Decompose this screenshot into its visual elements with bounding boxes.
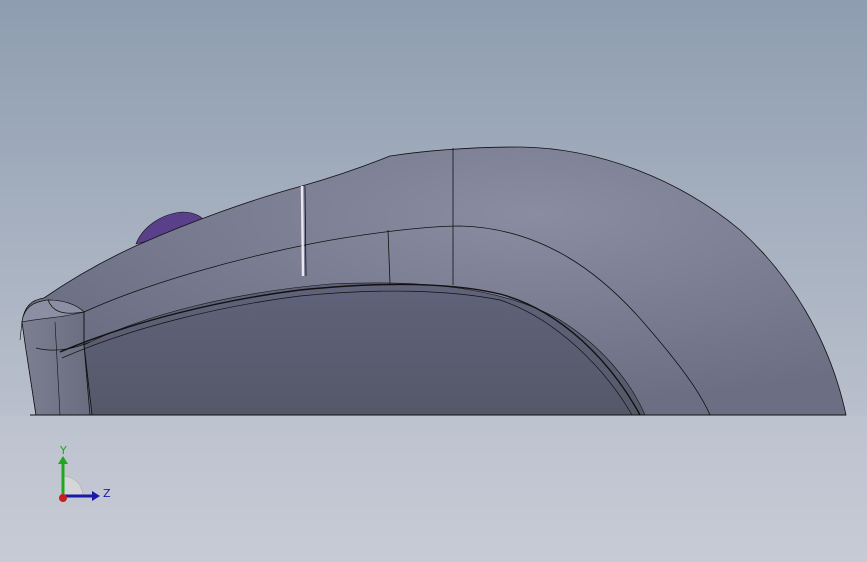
ground-plane — [0, 416, 867, 562]
triad-x-axis-dot — [59, 494, 67, 502]
graphics-viewport[interactable]: Y Z — [0, 0, 867, 562]
triad-y-label: Y — [59, 444, 67, 457]
triad-z-label: Z — [103, 487, 111, 500]
view-orientation-triad: Y Z — [58, 444, 111, 502]
triad-z-arrow-icon — [92, 491, 100, 501]
model-scene[interactable] — [0, 0, 867, 562]
triad-plane-quadrant — [62, 475, 84, 497]
triad-y-arrow-icon — [58, 456, 68, 464]
